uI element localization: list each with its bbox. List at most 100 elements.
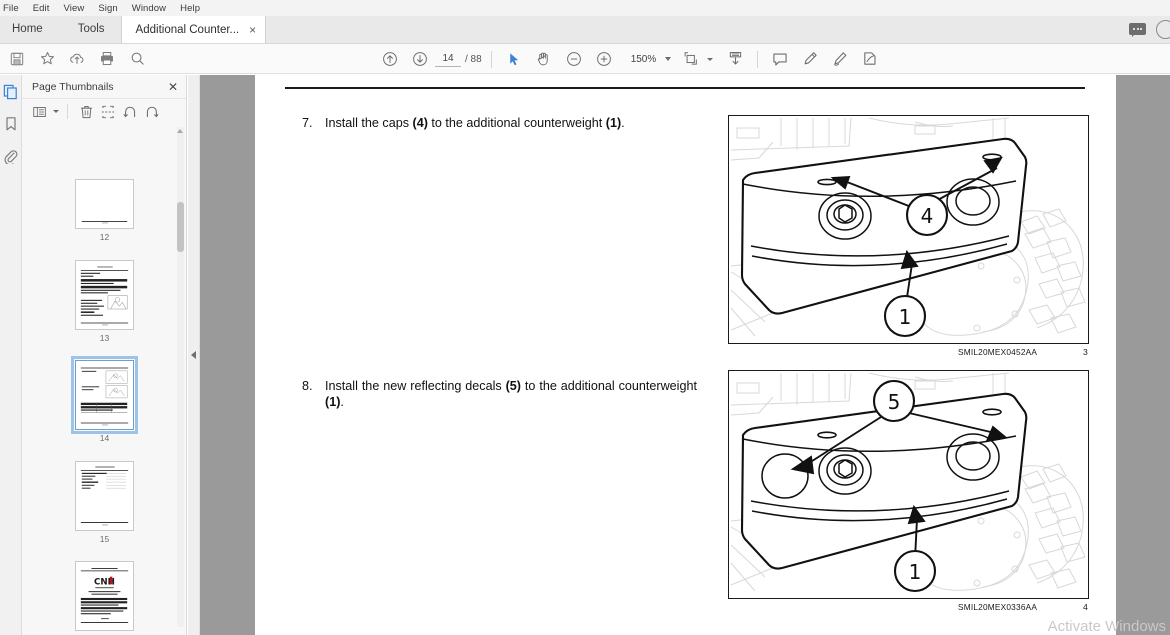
thumbnail-page-image[interactable]: CNH	[75, 561, 134, 631]
thumbnail-scrollbar-track[interactable]	[177, 127, 184, 627]
figure-3-number: 3	[1083, 347, 1088, 357]
chevron-down-icon[interactable]	[665, 57, 672, 61]
svg-text:4: 4	[921, 204, 934, 228]
step-7: 7. Install the caps (4) to the additiona…	[302, 115, 697, 131]
figure-3-caption: SMIL20MEX0452AA	[958, 347, 1038, 357]
thumbnail-page-image[interactable]	[75, 179, 134, 229]
svg-text:5: 5	[888, 390, 901, 414]
thumbnail-page-number: 15	[99, 534, 110, 544]
thumbnail-page-image[interactable]	[75, 461, 134, 531]
toolbar-page-navigation: 14 / 88 150%	[375, 44, 672, 74]
step-8-seg-2: to the additional counterweight	[521, 379, 697, 393]
scroll-up-arrow-icon[interactable]	[177, 129, 183, 133]
menu-bar: File Edit View Sign Window Help	[0, 0, 1170, 17]
page-fit-icon[interactable]	[676, 45, 706, 73]
thumbnail-scrollbar-thumb[interactable]	[177, 202, 184, 252]
thumbnail-page-image-selected[interactable]	[71, 356, 138, 434]
save-icon[interactable]	[2, 45, 32, 73]
close-icon[interactable]: ×	[249, 24, 256, 36]
account-circle-icon[interactable]	[1156, 20, 1170, 39]
thumbnail-size-options-icon[interactable]	[30, 102, 50, 122]
step-7-seg-3: (1)	[605, 116, 622, 130]
tab-bar-right-icons	[1129, 16, 1170, 43]
tab-bar-spacer	[266, 16, 1129, 43]
highlight-icon[interactable]	[795, 45, 825, 73]
thumbnail-page-number: 13	[99, 333, 110, 343]
menu-item-window[interactable]: Window	[125, 0, 173, 17]
tab-tools[interactable]: Tools	[61, 16, 121, 43]
menu-item-edit[interactable]: Edit	[26, 0, 57, 17]
chat-bubble-icon[interactable]	[1129, 22, 1146, 37]
scroll-mode-icon[interactable]	[720, 45, 750, 73]
page-fit-chevron-down-icon[interactable]	[707, 57, 713, 61]
step-8-seg-4: .	[340, 395, 344, 410]
select-cursor-icon[interactable]	[499, 45, 529, 73]
step-8-text: Install the new reflecting decals (5) to…	[325, 378, 697, 410]
panel-collapse-handle[interactable]	[188, 75, 200, 635]
page-header-rule	[285, 87, 1085, 89]
figure-3: 4 1	[728, 115, 1089, 344]
draw-icon[interactable]	[825, 45, 855, 73]
figure-4-caption: SMIL20MEX0336AA	[958, 602, 1038, 612]
extract-pages-icon[interactable]	[98, 102, 118, 122]
step-8-seg-0: Install the new reflecting decals	[325, 379, 506, 393]
thumbnail-options-chevron-down-icon[interactable]	[53, 110, 59, 113]
document-viewport[interactable]: 7. Install the caps (4) to the additiona…	[200, 75, 1170, 635]
menu-item-file[interactable]: File	[0, 0, 26, 17]
attachment-icon[interactable]	[2, 147, 20, 165]
list-item[interactable]: CNH	[22, 561, 187, 635]
page-thumbnails-title: Page Thumbnails	[32, 80, 114, 93]
arrow-up-circle-icon[interactable]	[375, 45, 405, 73]
step-7-seg-2: to the additional counterweight	[427, 116, 606, 130]
figure-4-illustration: 5 1	[729, 371, 1087, 597]
menu-item-help[interactable]: Help	[173, 0, 207, 17]
tab-bar: Home Tools Additional Counter... ×	[0, 16, 1170, 44]
upload-cloud-icon[interactable]	[62, 45, 92, 73]
page-total-label: / 88	[465, 53, 482, 65]
toolbar-right-group	[676, 44, 885, 74]
toolbar-divider-2	[757, 50, 758, 68]
thumbnail-page-number: 14	[99, 433, 110, 443]
search-icon[interactable]	[122, 45, 152, 73]
arrow-down-circle-icon[interactable]	[405, 45, 435, 73]
current-page-input[interactable]: 14	[435, 51, 461, 67]
menu-item-sign[interactable]: Sign	[91, 0, 124, 17]
thumbnail-page-image[interactable]	[75, 260, 134, 330]
pdf-page: 7. Install the caps (4) to the additiona…	[255, 75, 1116, 635]
list-item[interactable]: 12	[22, 179, 187, 242]
tab-document[interactable]: Additional Counter... ×	[120, 16, 267, 43]
step-8-number: 8.	[302, 379, 313, 393]
sign-icon[interactable]	[855, 45, 885, 73]
figure-4-number: 4	[1083, 602, 1088, 612]
step-8-seg-1: (5)	[505, 379, 521, 393]
tab-document-label: Additional Counter...	[135, 23, 240, 36]
close-icon[interactable]: ✕	[168, 81, 178, 93]
figure-4: 5 1	[728, 370, 1089, 599]
list-item[interactable]: 15	[22, 461, 187, 544]
thumbnail-toolbar-divider	[67, 104, 68, 119]
zoom-in-icon[interactable]	[589, 45, 619, 73]
hand-pan-icon[interactable]	[529, 45, 559, 73]
star-icon[interactable]	[32, 45, 62, 73]
page-thumbnails-icon[interactable]	[2, 83, 20, 101]
list-item[interactable]: 13	[22, 260, 187, 343]
list-item[interactable]: 14	[22, 356, 187, 443]
delete-pages-icon[interactable]	[76, 102, 96, 122]
menu-item-view[interactable]: View	[57, 0, 92, 17]
thumbnail-list[interactable]: 12 13 14 15 CNH	[22, 125, 187, 635]
main-toolbar: 14 / 88 150%	[0, 44, 1170, 74]
svg-text:1: 1	[899, 305, 912, 329]
thumbnail-page-number: 12	[99, 232, 110, 242]
rotate-clockwise-icon[interactable]	[142, 102, 162, 122]
comment-icon[interactable]	[765, 45, 795, 73]
pdf-reader-window: File Edit View Sign Window Help Home Too…	[0, 0, 1170, 635]
rotate-counterclockwise-icon[interactable]	[120, 102, 140, 122]
tab-home[interactable]: Home	[0, 16, 62, 43]
zoom-out-icon[interactable]	[559, 45, 589, 73]
print-icon[interactable]	[92, 45, 122, 73]
bookmark-icon[interactable]	[2, 115, 20, 133]
step-7-seg-4: .	[621, 116, 625, 130]
step-7-seg-1: (4)	[412, 116, 428, 130]
chevron-left-icon[interactable]	[191, 351, 196, 359]
zoom-level-value[interactable]: 150%	[631, 54, 657, 65]
